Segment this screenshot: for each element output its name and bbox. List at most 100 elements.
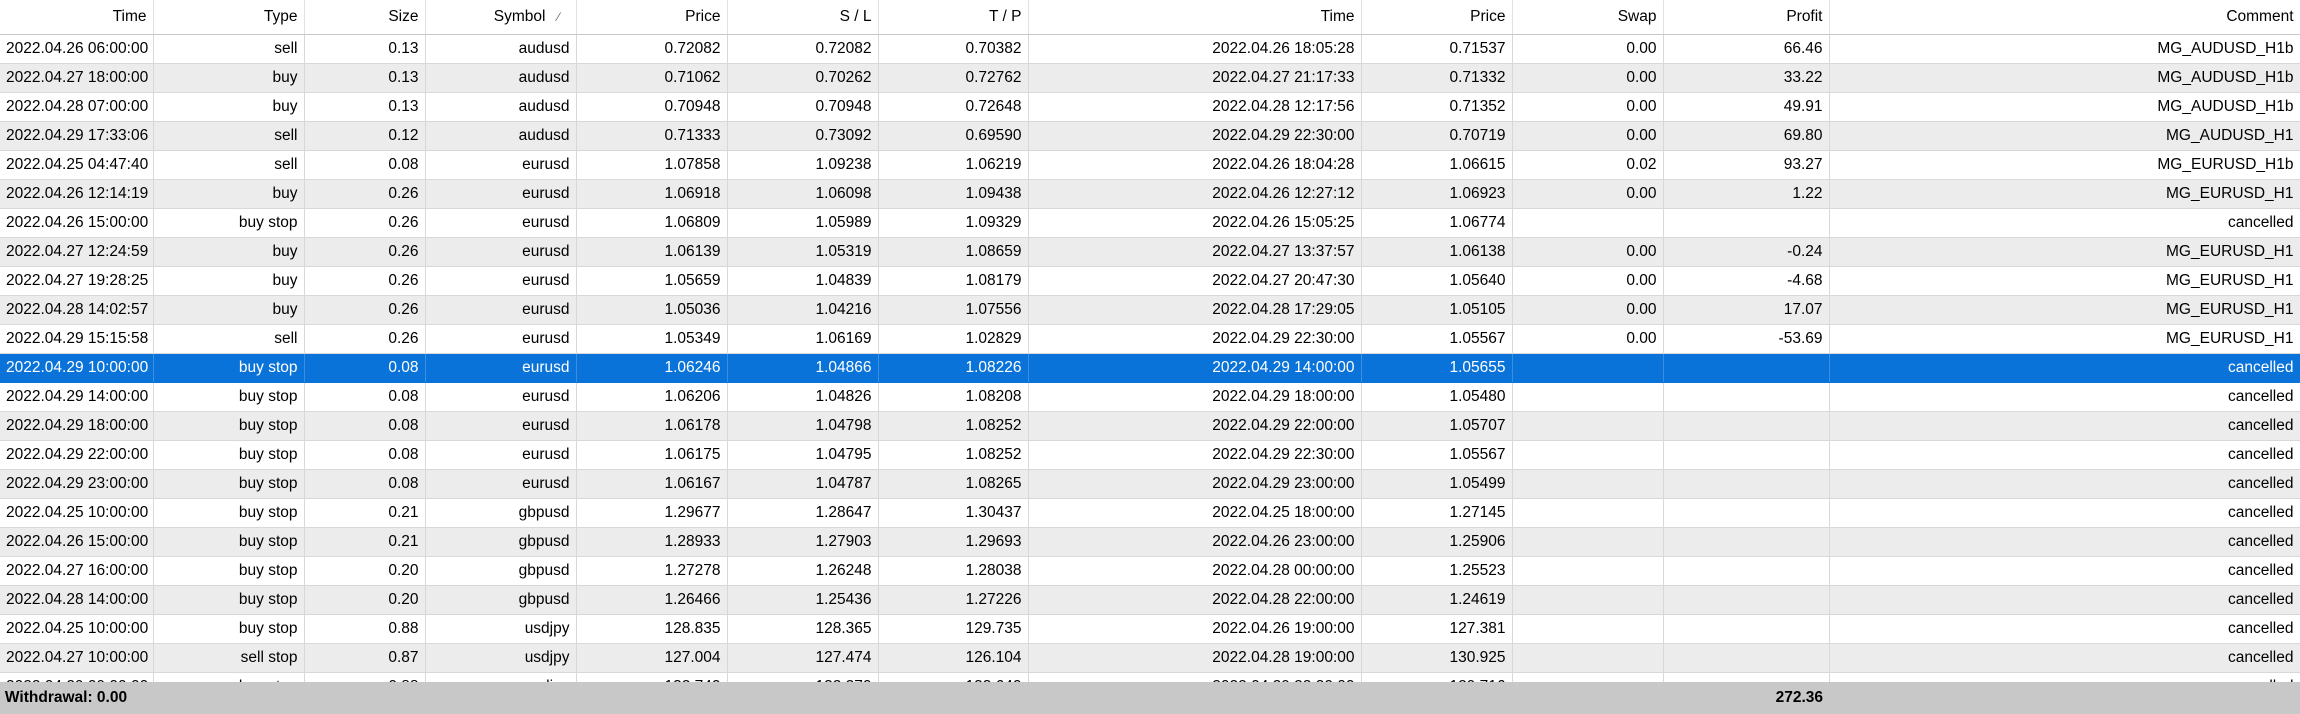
cell-swap [1512,527,1664,557]
table-row[interactable]: 2022.04.29 15:15:58 sell 0.26 eurusd 1.05349… [0,324,2300,354]
table-row[interactable]: 2022.04.25 04:47:40 sell 0.08 eurusd 1.07858… [0,150,2300,180]
cell-price: 1.26466 [576,585,728,615]
cell-size: 0.08 [304,411,426,441]
cell-close_time: 2022.04.29 22:30:00 [1028,324,1362,354]
cell-time: 2022.04.28 07:00:00 [0,92,154,122]
table-row[interactable]: 2022.04.25 10:00:00 buy stop 0.21 gbpusd 1.2… [0,498,2300,528]
cell-comment: cancelled [1829,527,2300,557]
cell-tp: 1.02829 [878,324,1029,354]
cell-time: 2022.04.29 14:00:00 [0,382,154,412]
table-row[interactable]: 2022.04.26 06:00:00 sell 0.13 audusd 0.72082… [0,34,2300,64]
table-row[interactable]: 2022.04.28 07:00:00 buy 0.13 audusd 0.70948 0… [0,92,2300,122]
column-header-label: Comment [2226,8,2294,25]
cell-price: 0.71062 [576,63,728,93]
cell-symbol: eurusd [425,179,577,209]
table-row[interactable]: 2022.04.29 23:00:00 buy stop 0.08 eurusd 1.0… [0,469,2300,499]
column-header-label: Size [388,8,419,25]
column-header-tp[interactable]: T / P [878,0,1029,35]
cell-size: 0.20 [304,585,426,615]
table-row[interactable]: 2022.04.27 12:24:59 buy 0.26 eurusd 1.06139 1… [0,237,2300,267]
cell-swap [1512,208,1664,238]
total-profit: 272.36 [1775,689,1823,706]
cell-time: 2022.04.27 18:00:00 [0,63,154,93]
column-header-swap[interactable]: Swap [1512,0,1664,35]
cell-time: 2022.04.29 17:33:06 [0,121,154,151]
cell-time: 2022.04.26 15:00:00 [0,527,154,557]
cell-tp: 0.69590 [878,121,1029,151]
cell-close_time: 2022.04.28 17:29:05 [1028,295,1362,325]
table-row[interactable]: 2022.04.26 12:14:19 buy 0.26 eurusd 1.06918 1… [0,179,2300,209]
column-header-type[interactable]: Type [153,0,305,35]
cell-profit [1663,440,1830,470]
column-header-price[interactable]: Price [576,0,728,35]
table-row[interactable]: 2022.04.27 16:00:00 buy stop 0.20 gbpusd 1.2… [0,556,2300,586]
table-row[interactable]: 2022.04.25 10:00:00 buy stop 0.88 usdjpy 128… [0,614,2300,644]
table-row[interactable]: 2022.04.29 14:00:00 buy stop 0.08 eurusd 1.0… [0,382,2300,412]
table-row[interactable]: 2022.04.29 18:00:00 buy stop 0.08 eurusd 1.0… [0,411,2300,441]
column-header-label: Symbol [493,8,546,25]
table-row[interactable]: 2022.04.26 15:00:00 buy stop 0.26 eurusd 1.0… [0,208,2300,238]
table-row[interactable]: 2022.04.29 10:00:00 buy stop 0.08 eurusd 1.0… [0,353,2300,383]
cell-sl: 1.28647 [727,498,879,528]
cell-comment: cancelled [1829,585,2300,615]
column-header-sl[interactable]: S / L [727,0,879,35]
cell-size: 0.87 [304,643,426,673]
cell-size: 0.08 [304,353,426,383]
cell-sl: 1.05989 [727,208,879,238]
table-row[interactable]: 2022.04.27 18:00:00 buy 0.13 audusd 0.71062 0… [0,63,2300,93]
cell-swap: 0.00 [1512,266,1664,296]
column-header-time[interactable]: Time [0,0,154,35]
cell-size: 0.88 [304,614,426,644]
column-header-size[interactable]: Size [304,0,426,35]
cell-time: 2022.04.28 14:02:57 [0,295,154,325]
cell-price: 1.05659 [576,266,728,296]
column-header-symbol[interactable]: Symbol ⁄ [425,0,577,35]
cell-swap: 0.00 [1512,92,1664,122]
column-header-label: Profit [1786,8,1823,25]
cell-close_time: 2022.04.28 00:00:00 [1028,556,1362,586]
table-row[interactable]: 2022.04.28 14:02:57 buy 0.26 eurusd 1.05036 1… [0,295,2300,325]
cell-tp: 1.08252 [878,411,1029,441]
table-row[interactable]: 2022.04.28 14:00:00 buy stop 0.20 gbpusd 1.2… [0,585,2300,615]
cell-close_price: 1.25523 [1361,556,1513,586]
table-row[interactable]: 2022.04.26 15:00:00 buy stop 0.21 gbpusd 1.2… [0,527,2300,557]
cell-sl: 1.04866 [727,353,879,383]
cell-sl: 1.26248 [727,556,879,586]
table-row[interactable]: 2022.04.29 22:00:00 buy stop 0.08 eurusd 1.0… [0,440,2300,470]
cell-price: 1.06918 [576,179,728,209]
column-header-comment[interactable]: Comment [1829,0,2300,35]
withdrawal-summary: 0 Withdrawal: 0.00 [0,689,128,706]
cell-comment: cancelled [1829,469,2300,499]
cell-symbol: eurusd [425,440,577,470]
table-body: 2022.04.26 06:00:00 sell 0.13 audusd 0.72082… [0,34,2300,702]
cell-type: buy stop [153,382,305,412]
cell-close_time: 2022.04.28 12:17:56 [1028,92,1362,122]
cell-swap [1512,440,1664,470]
cell-close_price: 0.71537 [1361,34,1513,64]
cell-comment: MG_EURUSD_H1 [1829,324,2300,354]
cell-comment: MG_EURUSD_H1b [1829,150,2300,180]
cell-time: 2022.04.27 19:28:25 [0,266,154,296]
cell-profit [1663,585,1830,615]
column-header-close_price[interactable]: Price [1361,0,1513,35]
cell-swap: 0.00 [1512,121,1664,151]
cell-symbol: eurusd [425,469,577,499]
cell-close_time: 2022.04.29 22:30:00 [1028,121,1362,151]
table-row[interactable]: 2022.04.27 10:00:00 sell stop 0.87 usdjpy 12… [0,643,2300,673]
table-row[interactable]: 2022.04.27 19:28:25 buy 0.26 eurusd 1.05659 1… [0,266,2300,296]
cell-close_time: 2022.04.29 22:30:00 [1028,440,1362,470]
column-header-close_time[interactable]: Time [1028,0,1362,35]
cell-symbol: audusd [425,121,577,151]
column-header-profit[interactable]: Profit [1663,0,1830,35]
cell-profit [1663,411,1830,441]
cell-comment: cancelled [1829,643,2300,673]
cell-profit [1663,469,1830,499]
cell-sl: 0.73092 [727,121,879,151]
table-row[interactable]: 2022.04.29 17:33:06 sell 0.12 audusd 0.71333… [0,121,2300,151]
sort-indicator-icon: ⁄ [557,10,560,24]
cell-comment: cancelled [1829,208,2300,238]
cell-close_price: 1.05105 [1361,295,1513,325]
cell-profit [1663,208,1830,238]
cell-sl: 1.04795 [727,440,879,470]
cell-size: 0.20 [304,556,426,586]
